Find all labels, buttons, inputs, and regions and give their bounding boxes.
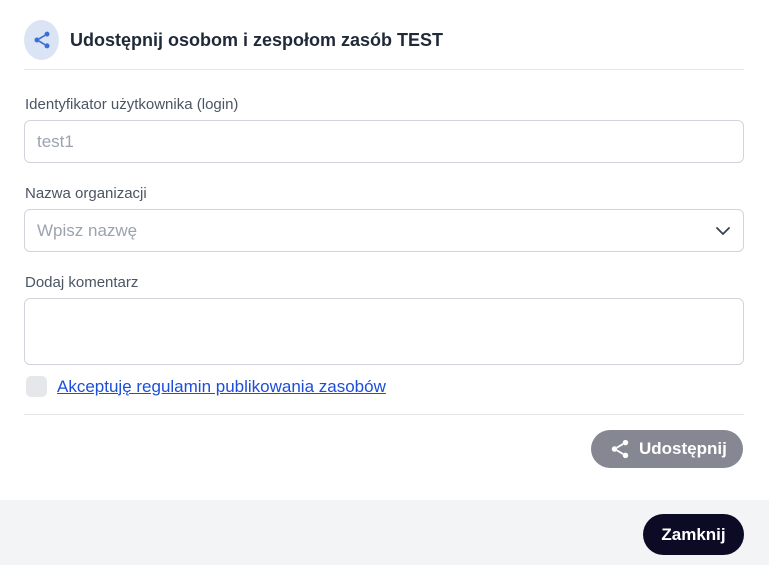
login-input[interactable] (37, 131, 743, 152)
org-select[interactable] (24, 209, 744, 252)
divider (24, 414, 744, 415)
comment-label: Dodaj komentarz (25, 274, 139, 291)
terms-checkbox[interactable] (26, 376, 47, 397)
share-icon (24, 20, 59, 60)
org-label: Nazwa organizacji (25, 185, 147, 202)
close-button[interactable]: Zamknij (643, 514, 744, 555)
chevron-down-icon[interactable] (715, 223, 731, 239)
terms-row: Akceptuję regulamin publikowania zasobów (26, 376, 386, 397)
share-button-label: Udostępnij (639, 439, 727, 458)
comment-textarea[interactable] (24, 298, 744, 365)
share-dialog: Udostępnij osobom i zespołom zasób TEST … (0, 0, 769, 565)
dialog-title: Udostępnij osobom i zespołom zasób TEST (70, 30, 444, 50)
terms-link[interactable]: Akceptuję regulamin publikowania zasobów (57, 377, 386, 397)
login-label: Identyfikator użytkownika (login) (25, 96, 239, 113)
login-field[interactable] (24, 120, 744, 163)
share-button[interactable]: Udostępnij (591, 430, 743, 468)
share-icon (611, 439, 629, 459)
dialog-header: Udostępnij osobom i zespołom zasób TEST (24, 20, 744, 70)
org-input[interactable] (37, 220, 743, 241)
